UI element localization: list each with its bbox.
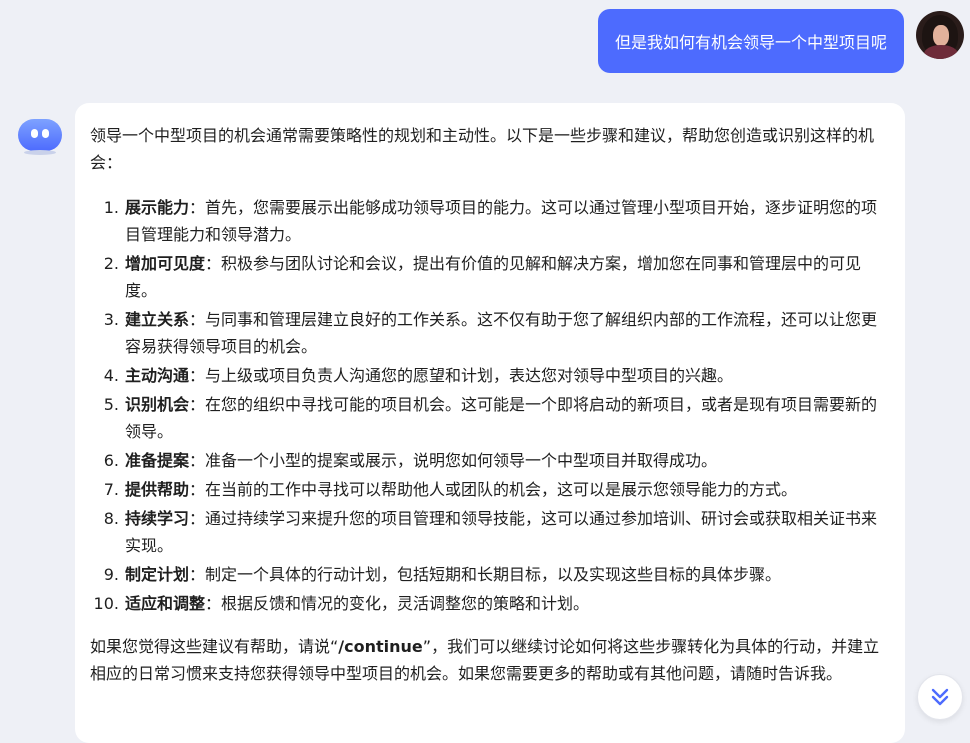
user-message-row: 但是我如何有机会领导一个中型项目呢 [0, 9, 970, 75]
steps-list: 1. 展示能力：首先，您需要展示出能够成功领导项目的能力。这可以通过管理小型项目开… [90, 194, 888, 617]
list-item: 10. 适应和调整：根据反馈和情况的变化，灵活调整您的策略和计划。 [90, 590, 888, 617]
bot-eye-right [42, 129, 49, 138]
step-title: 识别机会 [125, 395, 190, 414]
step-title: 展示能力 [125, 198, 190, 217]
step-title: 持续学习 [125, 509, 190, 528]
user-avatar[interactable] [916, 11, 964, 59]
user-message-text: 但是我如何有机会领导一个中型项目呢 [614, 33, 887, 52]
double-chevron-down-icon [931, 688, 949, 706]
step-title: 准备提案 [125, 451, 190, 470]
avatar-shirt [924, 45, 958, 59]
step-number: 1. [103, 198, 119, 217]
step-title: 制定计划 [125, 565, 190, 584]
step-text: ：在当前的工作中寻找可以帮助他人或团队的机会，这可以是展示您领导能力的方式。 [189, 480, 798, 499]
step-text: ：与同事和管理层建立良好的工作关系。这不仅有助于您了解组织内部的工作流程，还可以… [125, 310, 878, 356]
step-number: 5. [103, 395, 119, 414]
list-item: 9. 制定计划：制定一个具体的行动计划，包括短期和长期目标，以及实现这些目标的具体… [90, 561, 888, 588]
list-item: 8. 持续学习：通过持续学习来提升您的项目管理和领导技能，这可以通过参加培训、研讨… [90, 505, 888, 559]
step-number: 10. [93, 594, 119, 613]
step-number: 9. [103, 565, 119, 584]
step-text: ：与上级或项目负责人沟通您的愿望和计划，表达您对领导中型项目的兴趣。 [189, 366, 734, 385]
continue-command: /continue [338, 637, 423, 656]
user-message-bubble: 但是我如何有机会领导一个中型项目呢 [597, 9, 904, 73]
assistant-intro: 领导一个中型项目的机会通常需要策略性的规划和主动性。以下是一些步骤和建议，帮助您… [90, 126, 875, 172]
bot-shadow [24, 150, 56, 155]
step-title: 提供帮助 [125, 480, 190, 499]
list-item: 2. 增加可见度：积极参与团队讨论和会议，提出有价值的见解和解决方案，增加您在同事… [90, 250, 888, 304]
bot-head [18, 119, 62, 151]
list-item: 5. 识别机会：在您的组织中寻找可能的项目机会。这可能是一个即将启动的新项目，或者… [90, 391, 888, 445]
avatar-face [933, 25, 949, 46]
step-text: ：根据反馈和情况的变化，灵活调整您的策略和计划。 [205, 594, 590, 613]
assistant-outro: 如果您觉得这些建议有帮助，请说“/continue”，我们可以继续讨论如何将这些… [90, 633, 888, 687]
scroll-to-bottom-button[interactable] [917, 674, 963, 720]
step-title: 主动沟通 [125, 366, 190, 385]
step-number: 8. [103, 509, 119, 528]
list-item: 3. 建立关系：与同事和管理层建立良好的工作关系。这不仅有助于您了解组织内部的工作… [90, 306, 888, 360]
step-number: 2. [103, 254, 119, 273]
bot-eye-left [31, 129, 38, 138]
step-number: 6. [103, 451, 119, 470]
step-number: 4. [103, 366, 119, 385]
step-title: 建立关系 [125, 310, 190, 329]
step-title: 增加可见度 [125, 254, 206, 273]
step-number: 3. [103, 310, 119, 329]
step-text: ：准备一个小型的提案或展示，说明您如何领导一个中型项目并取得成功。 [189, 451, 718, 470]
step-text: ：在您的组织中寻找可能的项目机会。这可能是一个即将启动的新项目，或者是现有项目需… [125, 395, 878, 441]
list-item: 4. 主动沟通：与上级或项目负责人沟通您的愿望和计划，表达您对领导中型项目的兴趣。 [90, 362, 888, 389]
list-item: 6. 准备提案：准备一个小型的提案或展示，说明您如何领导一个中型项目并取得成功。 [90, 447, 888, 474]
step-title: 适应和调整 [125, 594, 206, 613]
step-text: ：首先，您需要展示出能够成功领导项目的能力。这可以通过管理小型项目开始，逐步证明… [125, 198, 878, 244]
step-text: ：制定一个具体的行动计划，包括短期和长期目标，以及实现这些目标的具体步骤。 [189, 565, 782, 584]
bot-avatar-icon [18, 115, 62, 155]
step-text: ：积极参与团队讨论和会议，提出有价值的见解和解决方案，增加您在同事和管理层中的可… [125, 254, 862, 300]
step-text: ：通过持续学习来提升您的项目管理和领导技能，这可以通过参加培训、研讨会或获取相关… [125, 509, 878, 555]
step-number: 7. [103, 480, 119, 499]
outro-before: 如果您觉得这些建议有帮助，请说“ [90, 637, 339, 656]
list-item: 7. 提供帮助：在当前的工作中寻找可以帮助他人或团队的机会，这可以是展示您领导能力… [90, 476, 888, 503]
list-item: 1. 展示能力：首先，您需要展示出能够成功领导项目的能力。这可以通过管理小型项目开… [90, 194, 888, 248]
assistant-message-bubble: 领导一个中型项目的机会通常需要策略性的规划和主动性。以下是一些步骤和建议，帮助您… [75, 103, 905, 743]
